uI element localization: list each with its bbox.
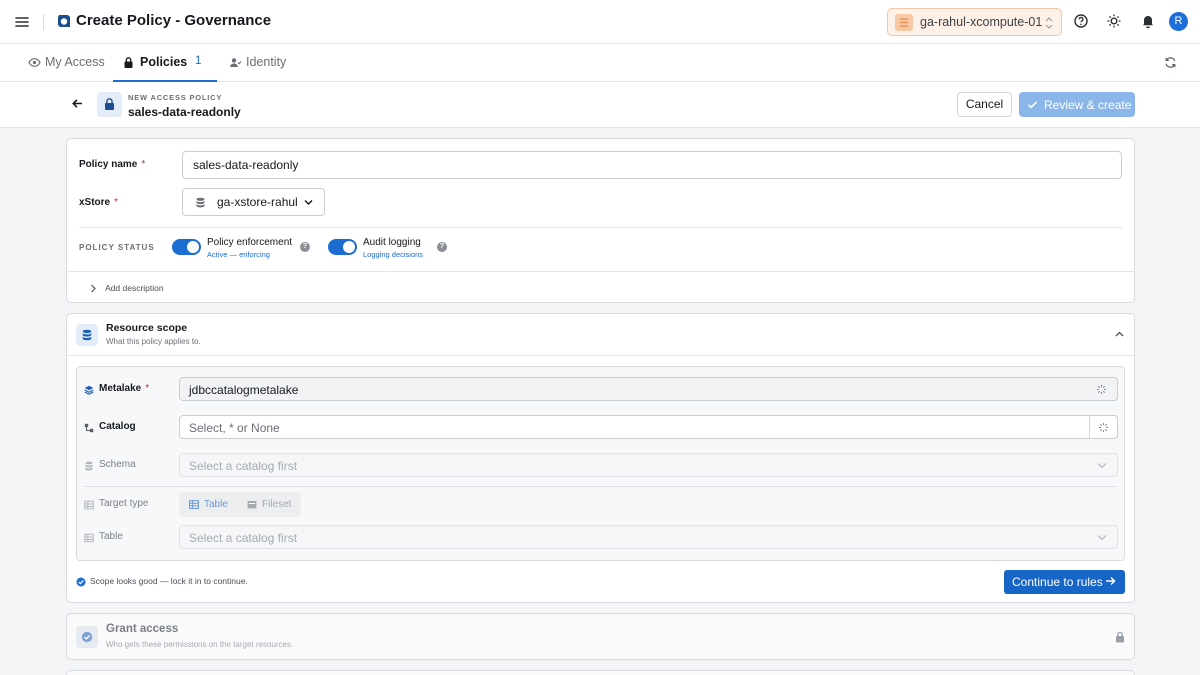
workspace-selector[interactable]: ga-rahul-xcompute-01 (887, 8, 1062, 36)
catalog-select[interactable]: Select, * or None (179, 415, 1118, 439)
section-subtitle: What this policy applies to. (106, 337, 201, 346)
continue-to-rules-button[interactable]: Continue to rules (1004, 570, 1125, 594)
loading-spinner-icon (1099, 423, 1108, 432)
table-grid-icon (84, 533, 94, 543)
table-grid-icon (189, 500, 199, 509)
policy-name-label: Policy name * (79, 159, 146, 170)
page-title: sales-data-readonly (128, 105, 241, 119)
tab-policies[interactable]: Policies 1 (113, 44, 217, 82)
policy-enforcement-title: Policy enforcement (207, 237, 293, 248)
policy-enforcement-toggle[interactable] (172, 239, 201, 255)
cancel-button[interactable]: Cancel (957, 92, 1012, 117)
bell-icon[interactable] (1140, 13, 1158, 31)
policy-details-card: Policy name * sales-data-readonly xStore *… (66, 138, 1135, 303)
top-bar: Create Policy - Governance ga-rahul-xcom… (0, 0, 1200, 44)
page-header: NEW ACCESS POLICY sales-data-readonly Ca… (0, 82, 1200, 128)
server-icon (895, 14, 913, 31)
tab-bar: My Access Policies 1 Identity (0, 44, 1200, 82)
xstore-select[interactable]: ga-xstore-rahul (182, 188, 325, 216)
lock-icon (1116, 631, 1124, 643)
chevron-down-icon (1097, 535, 1107, 541)
refresh-icon[interactable] (1164, 56, 1177, 69)
page-eyebrow: NEW ACCESS POLICY (128, 93, 223, 102)
user-group-icon (229, 56, 242, 69)
chevron-down-icon (1097, 463, 1107, 469)
layers-icon (84, 385, 94, 395)
audit-logging-status: Logging decisions (363, 250, 424, 259)
target-type-table-option[interactable]: Table (181, 492, 239, 517)
database-icon (76, 324, 98, 346)
audit-logging-title: Audit logging (363, 237, 421, 248)
schema-select[interactable]: Select a catalog first (179, 453, 1118, 477)
menu-icon[interactable] (12, 12, 32, 32)
arrow-right-icon (1106, 577, 1116, 585)
xstore-label: xStore * (79, 197, 119, 208)
divider (67, 271, 1134, 272)
review-create-label: Review & create (1044, 98, 1132, 112)
catalog-placeholder: Select, * or None (189, 421, 280, 435)
workspace-name: ga-rahul-xcompute-01 (920, 15, 1043, 29)
xstore-value: ga-xstore-rahul (217, 195, 298, 209)
catalog-tree-icon (84, 423, 94, 433)
divider (43, 14, 44, 30)
app-logo-icon (56, 13, 72, 29)
table-grid-icon (84, 500, 94, 510)
table-select[interactable]: Select a catalog first (179, 525, 1118, 549)
tab-identity[interactable]: Identity (228, 44, 294, 82)
tab-label: Identity (246, 55, 287, 69)
review-create-button[interactable]: Review & create (1019, 92, 1135, 117)
policy-status-label: POLICY STATUS (79, 243, 155, 252)
check-icon (1027, 101, 1038, 109)
audit-logging-toggle[interactable] (328, 239, 357, 255)
table-placeholder: Select a catalog first (189, 531, 298, 545)
avatar[interactable]: R (1169, 12, 1188, 31)
help-icon[interactable]: ? (300, 242, 310, 252)
theme-sun-icon[interactable] (1106, 13, 1124, 31)
schema-icon (85, 461, 93, 471)
divider (84, 486, 1118, 487)
resource-scope-card: Resource scope What this policy applies … (66, 313, 1135, 603)
section-title: Resource scope (106, 322, 188, 334)
chevron-right-icon (91, 284, 96, 293)
continue-label: Continue to rules (1012, 575, 1103, 589)
grant-access-card[interactable]: Grant access Who gets these permissions … (66, 613, 1135, 660)
add-description-label: Add description (105, 283, 164, 293)
target-type-segmented: Table Fileset (179, 492, 301, 517)
help-icon[interactable] (1073, 13, 1091, 31)
schema-placeholder: Select a catalog first (189, 459, 298, 473)
tab-my-access[interactable]: My Access (26, 44, 106, 82)
policy-enforcement-status: Active — enforcing (207, 250, 270, 259)
loading-spinner-icon (1097, 385, 1106, 394)
app-title: Create Policy - Governance (76, 12, 272, 29)
chevron-up-icon[interactable] (1114, 329, 1125, 340)
scope-status-text: Scope looks good — lock it in to continu… (90, 576, 248, 586)
database-icon (196, 197, 205, 208)
policy-lock-icon (97, 92, 122, 117)
lock-icon (122, 56, 135, 69)
divider (67, 355, 1134, 356)
check-badge-icon (76, 626, 98, 648)
metalake-value: jdbccatalogmetalake (189, 383, 299, 397)
eye-icon (28, 56, 41, 69)
next-step-card (66, 670, 1135, 675)
tab-label: Policies (140, 55, 188, 69)
fileset-icon (247, 501, 257, 509)
tab-label: My Access (45, 55, 105, 69)
help-icon[interactable]: ? (437, 242, 447, 252)
catalog-select-addon[interactable] (1089, 416, 1117, 438)
tab-count-badge: 1 (195, 55, 202, 67)
section-subtitle: Who gets these permissions on the target… (106, 640, 294, 649)
back-arrow-icon[interactable] (71, 97, 84, 110)
scope-fields-panel: Metalake * jdbccatalogmetalake Catalog Se… (76, 366, 1125, 561)
target-type-fileset-option[interactable]: Fileset (239, 492, 297, 517)
policy-name-input[interactable]: sales-data-readonly (182, 151, 1122, 179)
chevron-down-icon (304, 200, 313, 205)
check-circle-icon (76, 577, 86, 587)
divider (79, 227, 1122, 228)
policy-name-value: sales-data-readonly (193, 158, 299, 172)
metalake-select[interactable]: jdbccatalogmetalake (179, 377, 1118, 401)
chevron-updown-icon (1044, 16, 1054, 30)
section-title: Grant access (106, 623, 179, 635)
